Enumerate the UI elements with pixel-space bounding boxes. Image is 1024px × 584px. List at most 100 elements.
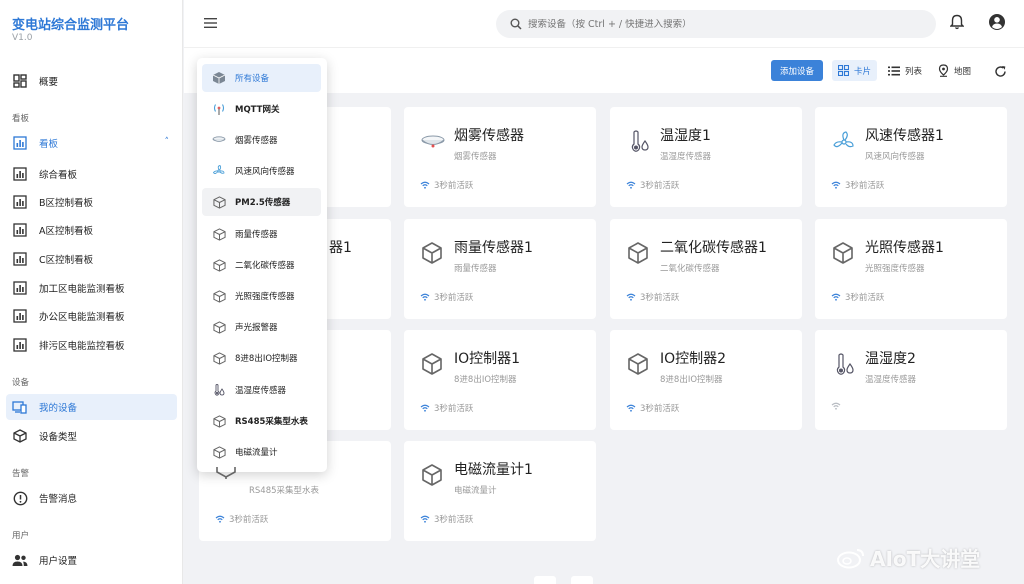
chevron-up-icon: ˄	[164, 137, 170, 147]
top-header	[184, 0, 1024, 47]
view-list-button[interactable]: 列表	[882, 60, 928, 81]
device-title: 电磁流量计1	[454, 462, 533, 478]
refresh-icon[interactable]	[994, 63, 1007, 82]
fan-icon	[831, 129, 857, 155]
dropdown-item-flowmeter[interactable]: 电磁流量计	[202, 438, 321, 466]
sidebar-item-label: 概要	[39, 77, 59, 88]
device-status: 3秒前活跃	[420, 291, 473, 303]
device-card[interactable]: 光照传感器1 光照强度传感器 3秒前活跃	[815, 219, 1007, 319]
cube-icon	[211, 226, 227, 242]
wifi-icon	[831, 181, 841, 189]
pagination-page[interactable]	[571, 576, 593, 584]
sidebar-item-board-5[interactable]: 办公区电能监测看板	[6, 303, 177, 329]
dashboard-icon	[12, 73, 28, 89]
app-title: 变电站综合监测平台	[12, 18, 130, 33]
cube-icon	[211, 257, 227, 273]
dropdown-item-all[interactable]: 所有设备	[202, 64, 321, 92]
device-title: 温湿度1	[660, 128, 711, 144]
device-card[interactable]: 温湿度2 温湿度传感器	[815, 330, 1007, 430]
dropdown-item-light[interactable]: 光照强度传感器	[202, 282, 321, 310]
device-status: 3秒前活跃	[420, 179, 473, 191]
sidebar-item-board-6[interactable]: 排污区电能监控看板	[6, 332, 177, 358]
wifi-icon	[831, 293, 841, 301]
chart-icon	[12, 308, 28, 324]
view-map-button[interactable]: 地图	[932, 60, 977, 81]
device-card[interactable]: IO控制器1 8进8出IO控制器 3秒前活跃	[404, 330, 596, 430]
sidebar-item-board-3[interactable]: C区控制看板	[6, 246, 177, 272]
thermometer-icon	[831, 352, 857, 378]
sidebar-item-my-devices[interactable]: 我的设备	[6, 394, 177, 420]
antenna-icon	[211, 101, 227, 117]
device-card[interactable]: 雨量传感器1 雨量传感器 3秒前活跃	[404, 219, 596, 319]
cube-icon	[420, 463, 446, 489]
dropdown-item-mqtt[interactable]: MQTT网关	[202, 95, 321, 123]
wifi-icon	[626, 404, 636, 412]
wifi-icon	[215, 515, 225, 523]
device-card[interactable]: 温湿度1 温湿度传感器 3秒前活跃	[610, 107, 802, 207]
view-card-button[interactable]: 卡片	[832, 60, 878, 81]
sidebar-item-label: 告警消息	[39, 494, 78, 505]
sidebar-item-label: 加工区电能监测看板	[39, 284, 125, 295]
section-label-board: 看板	[12, 114, 30, 124]
device-status: 3秒前活跃	[215, 513, 268, 525]
add-device-button[interactable]: 添加设备	[771, 60, 823, 81]
cube-icon	[420, 352, 446, 378]
menu-icon[interactable]	[204, 14, 222, 32]
list-icon	[888, 66, 900, 75]
pagination-prev[interactable]	[534, 576, 556, 584]
wifi-icon	[420, 515, 430, 523]
device-card[interactable]: 烟雾传感器 烟雾传感器 3秒前活跃	[404, 107, 596, 207]
dropdown-item-alarm[interactable]: 声光报警器	[202, 313, 321, 341]
sidebar-item-board-0[interactable]: 综合看板	[6, 161, 177, 187]
search-bar[interactable]	[496, 10, 936, 38]
bell-icon[interactable]	[949, 14, 965, 34]
wifi-icon	[626, 293, 636, 301]
sidebar-item-board-2[interactable]: A区控制看板	[6, 217, 177, 243]
cube-icon	[214, 464, 238, 483]
dropdown-item-co2[interactable]: 二氧化碳传感器	[202, 251, 321, 279]
device-type: 电磁流量计	[454, 486, 497, 496]
device-card[interactable]: 二氧化碳传感器1 二氧化碳传感器 3秒前活跃	[610, 219, 802, 319]
watermark: AIoT大讲堂	[836, 543, 980, 572]
cube-icon	[211, 413, 227, 429]
device-title: 二氧化碳传感器1	[660, 240, 767, 256]
cube-icon	[211, 319, 227, 335]
device-status: 3秒前活跃	[626, 402, 679, 414]
sidebar-item-overview[interactable]: 概要	[6, 68, 177, 94]
device-card[interactable]: 电磁流量计1 电磁流量计 3秒前活跃	[404, 441, 596, 541]
dropdown-item-pm25[interactable]: PM2.5传感器	[202, 188, 321, 216]
sidebar-item-alarm-messages[interactable]: 告警消息	[6, 485, 177, 511]
device-type: RS485采集型水表	[249, 486, 320, 496]
sidebar-group-board[interactable]: 看板 ˄	[6, 130, 177, 156]
dropdown-item-temp[interactable]: 温湿度传感器	[202, 376, 321, 404]
sidebar-item-device-types[interactable]: 设备类型	[6, 423, 177, 449]
devices-icon	[12, 399, 28, 415]
cube-icon	[626, 352, 652, 378]
device-title: IO控制器2	[660, 351, 727, 367]
search-icon	[510, 15, 522, 34]
device-card[interactable]: IO控制器2 8进8出IO控制器 3秒前活跃	[610, 330, 802, 430]
users-icon	[12, 552, 28, 568]
chart-icon	[12, 222, 28, 238]
chart-icon	[12, 194, 28, 210]
dropdown-item-rain[interactable]: 雨量传感器	[202, 220, 321, 248]
sidebar-item-board-4[interactable]: 加工区电能监测看板	[6, 275, 177, 301]
cube-icon	[12, 428, 28, 444]
wifi-icon	[420, 404, 430, 412]
sidebar-item-board-1[interactable]: B区控制看板	[6, 189, 177, 215]
device-status: 3秒前活跃	[831, 291, 884, 303]
wifi-icon	[420, 181, 430, 189]
sidebar-item-label: C区控制看板	[39, 255, 94, 266]
device-type: 光照强度传感器	[865, 264, 925, 274]
device-title: 烟雾传感器	[454, 128, 524, 144]
cube-icon	[420, 241, 446, 267]
dropdown-item-water-meter[interactable]: RS485采集型水表	[202, 407, 321, 435]
account-icon[interactable]	[988, 13, 1006, 35]
cube-icon	[211, 288, 227, 304]
dropdown-item-smoke[interactable]: 烟雾传感器	[202, 126, 321, 154]
sidebar-item-user-settings[interactable]: 用户设置	[6, 547, 177, 573]
dropdown-item-wind[interactable]: 风速风向传感器	[202, 157, 321, 185]
search-input[interactable]	[528, 18, 908, 30]
device-card[interactable]: 风速传感器1 风速风向传感器 3秒前活跃	[815, 107, 1007, 207]
dropdown-item-io[interactable]: 8进8出IO控制器	[202, 344, 321, 372]
